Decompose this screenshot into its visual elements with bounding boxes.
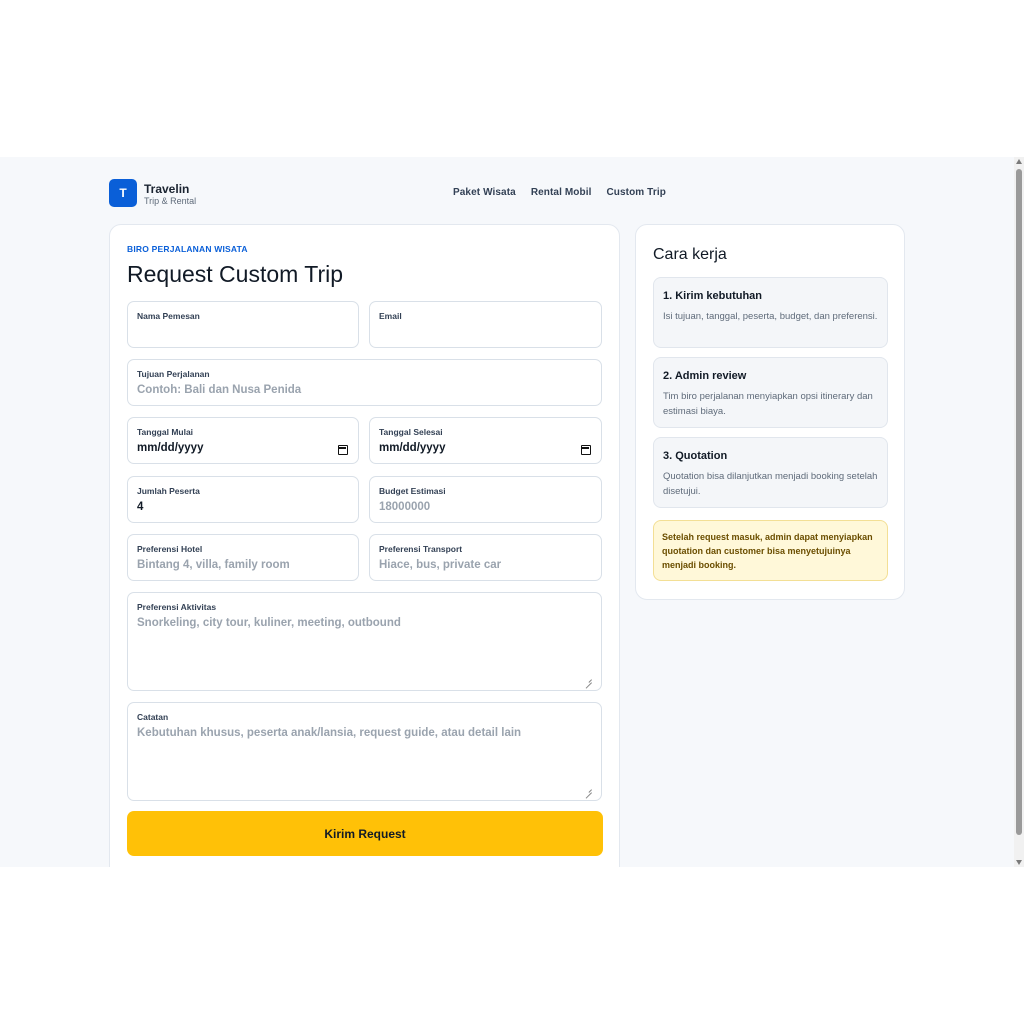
email-field[interactable]: Email [369, 301, 602, 348]
tujuan-perjalanan-field[interactable]: Tujuan Perjalanan Contoh: Bali dan Nusa … [127, 359, 602, 406]
logo-icon[interactable]: T [109, 179, 137, 207]
site-header: T Travelin Trip & Rental Paket Wisata Re… [109, 179, 905, 209]
jumlah-peserta-label: Jumlah Peserta [137, 486, 200, 496]
hotel-placeholder: Bintang 4, villa, family room [137, 559, 290, 571]
transport-label: Preferensi Transport [379, 544, 463, 554]
calendar-icon[interactable] [338, 445, 348, 455]
step-card: 2. Admin review Tim biro perjalanan meny… [653, 357, 888, 428]
email-label: Email [379, 311, 402, 321]
step-title: 2. Admin review [663, 370, 747, 382]
nav-rental-mobil[interactable]: Rental Mobil [531, 187, 592, 198]
tanggal-selesai-field[interactable]: Tanggal Selesai mm/dd/yyyy [369, 417, 602, 464]
tanggal-selesai-value: mm/dd/yyyy [379, 442, 446, 454]
vertical-scrollbar[interactable] [1014, 157, 1024, 867]
nama-pemesan-label: Nama Pemesan [137, 311, 200, 321]
cara-kerja-title: Cara kerja [653, 246, 727, 263]
brand-tagline: Trip & Rental [144, 196, 197, 206]
cara-kerja-card: Cara kerja 1. Kirim kebutuhan Isi tujuan… [635, 224, 905, 600]
budget-estimasi-field[interactable]: Budget Estimasi 18000000 [369, 476, 602, 523]
budget-label: Budget Estimasi [379, 486, 446, 496]
tanggal-mulai-label: Tanggal Mulai [137, 427, 194, 437]
step-description: Isi tujuan, tanggal, peserta, budget, da… [663, 311, 878, 322]
step-card: 1. Kirim kebutuhan Isi tujuan, tanggal, … [653, 277, 888, 348]
step-card: 3. Quotation Quotation bisa dilanjutkan … [653, 437, 888, 508]
hotel-label: Preferensi Hotel [137, 544, 203, 554]
scroll-up-icon[interactable] [1016, 159, 1022, 164]
tanggal-mulai-field[interactable]: Tanggal Mulai mm/dd/yyyy [127, 417, 359, 464]
tujuan-label: Tujuan Perjalanan [137, 369, 210, 379]
nav-custom-trip[interactable]: Custom Trip [606, 187, 665, 198]
tanggal-mulai-value: mm/dd/yyyy [137, 442, 204, 454]
main-nav: Paket Wisata Rental Mobil Custom Trip [453, 187, 666, 198]
aktivitas-label: Preferensi Aktivitas [137, 602, 217, 612]
tujuan-placeholder: Contoh: Bali dan Nusa Penida [137, 384, 302, 396]
nav-paket-wisata[interactable]: Paket Wisata [453, 187, 516, 198]
aktivitas-placeholder: Snorkeling, city tour, kuliner, meeting,… [137, 617, 401, 629]
brand-name[interactable]: Travelin [144, 182, 189, 196]
jumlah-peserta-value: 4 [137, 501, 144, 513]
page-viewport: T Travelin Trip & Rental Paket Wisata Re… [0, 157, 1024, 867]
kirim-request-button[interactable]: Kirim Request [127, 811, 603, 856]
catatan-placeholder: Kebutuhan khusus, peserta anak/lansia, r… [137, 727, 522, 739]
scroll-down-icon[interactable] [1016, 860, 1022, 865]
info-notice: Setelah request masuk, admin dapat menyi… [653, 520, 888, 581]
catatan-textarea[interactable]: Catatan Kebutuhan khusus, peserta anak/l… [127, 702, 602, 801]
resize-handle-icon[interactable] [585, 676, 592, 683]
step-title: 1. Kirim kebutuhan [663, 290, 763, 302]
resize-handle-icon[interactable] [585, 786, 592, 793]
tanggal-selesai-label: Tanggal Selesai [379, 427, 443, 437]
step-description: Tim biro perjalanan menyiapkan opsi itin… [663, 391, 873, 417]
calendar-icon[interactable] [581, 445, 591, 455]
scrollbar-thumb[interactable] [1016, 169, 1022, 835]
jumlah-peserta-field[interactable]: Jumlah Peserta 4 [127, 476, 359, 523]
catatan-label: Catatan [137, 712, 169, 722]
step-title: 3. Quotation [663, 450, 728, 462]
preferensi-hotel-field[interactable]: Preferensi Hotel Bintang 4, villa, famil… [127, 534, 359, 581]
preferensi-aktivitas-textarea[interactable]: Preferensi Aktivitas Snorkeling, city to… [127, 592, 602, 691]
page-title: Request Custom Trip [127, 261, 344, 287]
step-description: Quotation bisa dilanjutkan menjadi booki… [663, 471, 878, 497]
form-eyebrow: BIRO PERJALANAN WISATA [127, 244, 248, 254]
nama-pemesan-field[interactable]: Nama Pemesan [127, 301, 359, 348]
transport-placeholder: Hiace, bus, private car [379, 559, 502, 571]
budget-placeholder: 18000000 [379, 501, 431, 513]
request-form-card: BIRO PERJALANAN WISATA Request Custom Tr… [109, 224, 620, 867]
preferensi-transport-field[interactable]: Preferensi Transport Hiace, bus, private… [369, 534, 602, 581]
